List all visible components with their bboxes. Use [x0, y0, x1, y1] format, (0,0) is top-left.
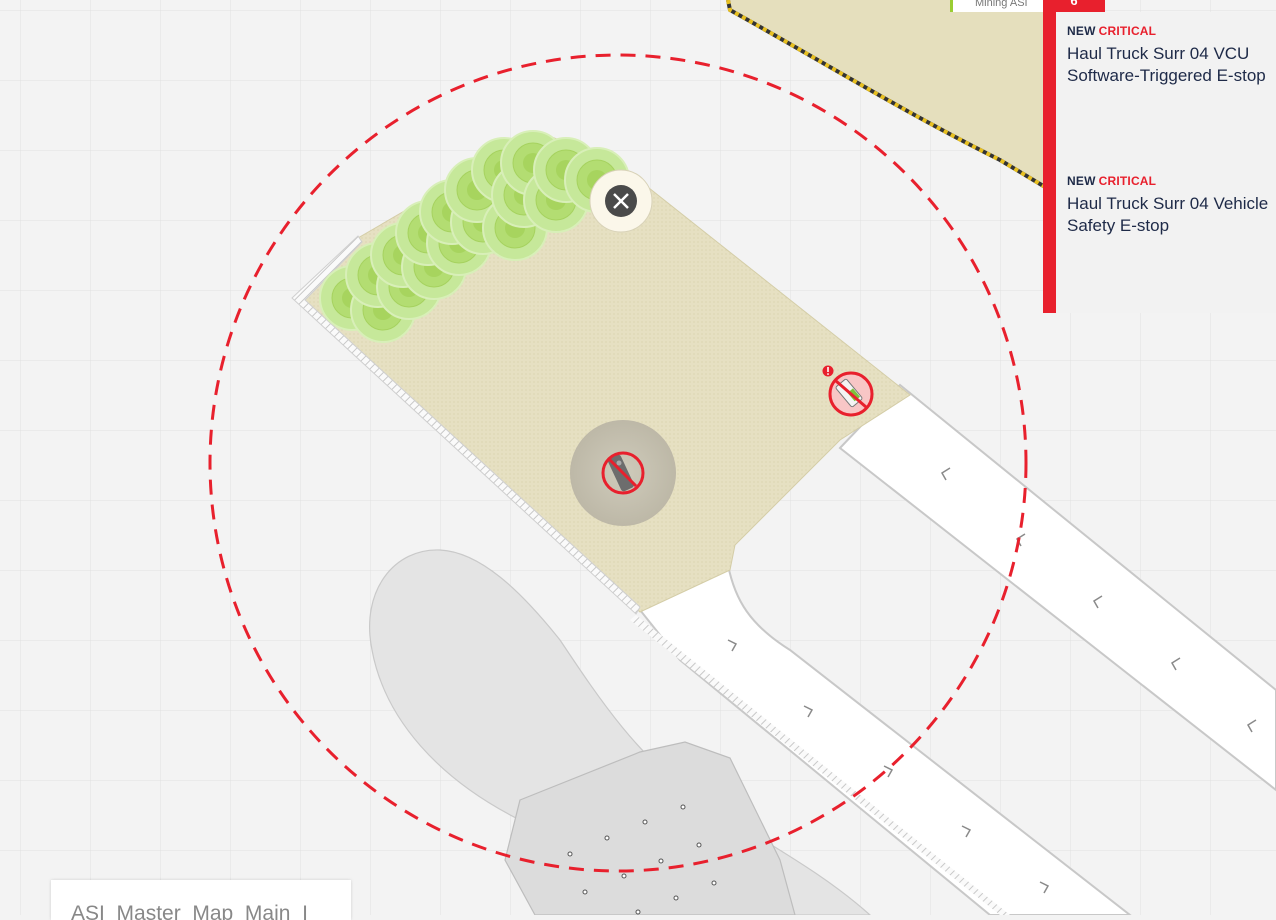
alert-status: NEW [1067, 174, 1096, 188]
alert-severity: CRITICAL [1098, 174, 1157, 188]
exclamation-icon [822, 365, 834, 377]
map-name-label: ASI_Master_Map_Main_I [51, 880, 351, 920]
alert-title-line: Safety E-stop [1067, 216, 1170, 235]
alert-panel: NEW CRITICAL Haul Truck Surr 04 VCU Softw… [1043, 12, 1276, 313]
site-label: Mining ASI [950, 0, 1043, 12]
alert-title: Haul Truck Surr 04 Vehicle Safety E-stop [1067, 193, 1276, 237]
close-button[interactable] [589, 169, 653, 233]
alert-tag: NEW CRITICAL [1067, 24, 1276, 38]
alert-title: Haul Truck Surr 04 VCU Software-Triggere… [1067, 43, 1276, 87]
close-icon [605, 185, 637, 217]
alert-item[interactable]: NEW CRITICAL Haul Truck Surr 04 VCU Softw… [1067, 24, 1276, 87]
haul-truck-icon[interactable] [828, 371, 874, 417]
alert-count-badge[interactable]: 6 [1043, 0, 1105, 12]
alert-severity: CRITICAL [1098, 24, 1157, 38]
alert-title-line: Software-Triggered E-stop [1067, 66, 1266, 85]
alert-title-line: Haul Truck Surr 04 VCU [1067, 44, 1250, 63]
alert-tag: NEW CRITICAL [1067, 174, 1276, 188]
alert-title-line: Haul Truck Surr 04 Vehicle [1067, 194, 1269, 213]
alert-status: NEW [1067, 24, 1096, 38]
alert-item[interactable]: NEW CRITICAL Haul Truck Surr 04 Vehicle S… [1067, 174, 1276, 237]
